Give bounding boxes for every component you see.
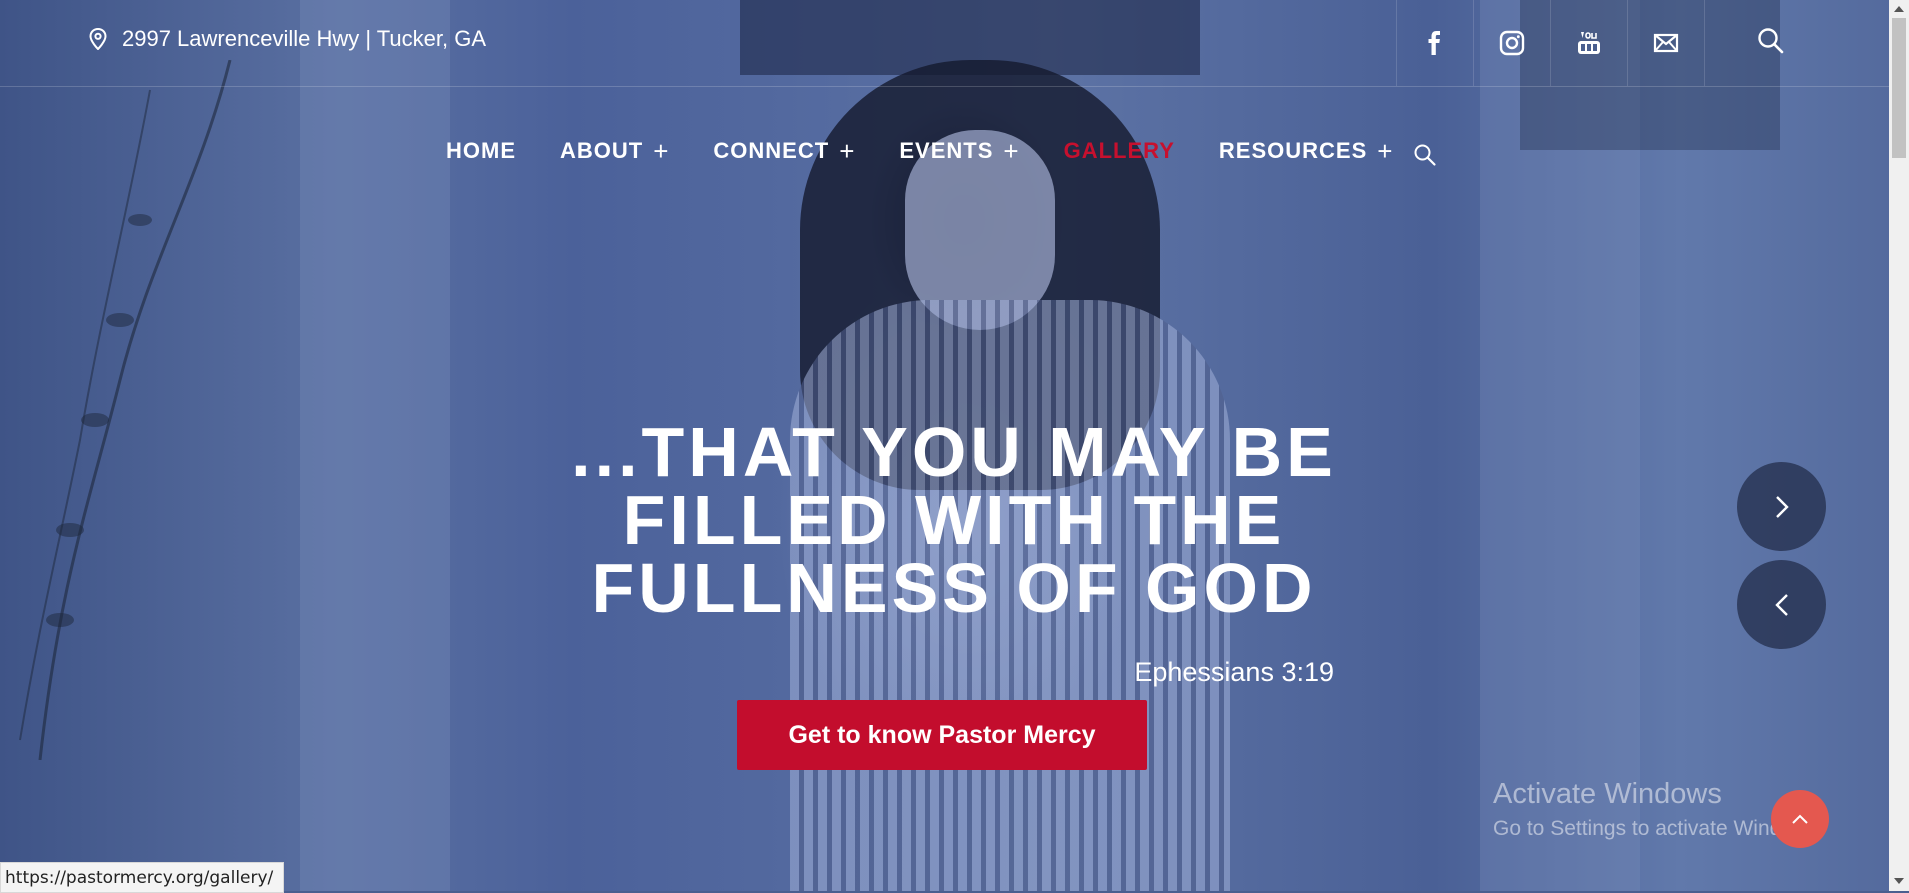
nav-item-label: RESOURCES [1218,138,1368,163]
headline-line: FILLED WITH THE [622,481,1286,559]
vine-decoration [19,60,232,760]
nav-item-label: HOME [446,138,516,163]
nav-item-connect[interactable]: CONNECT + [713,138,855,164]
page-scrollbar[interactable] [1889,0,1909,891]
nav-item-events[interactable]: EVENTS + [899,138,1019,164]
chevron-left-icon [1774,593,1788,616]
top-bar: 2997 Lawrenceville Hwy | Tucker, GA [0,0,1909,87]
nav-item-home[interactable]: HOME [446,138,516,164]
instagram-icon [1499,30,1525,56]
submenu-plus-icon: + [653,136,670,166]
mail-icon [1653,33,1679,53]
facebook-icon [1428,31,1440,55]
submenu-plus-icon: + [839,136,856,166]
headline-line: ...THAT YOU MAY BE [571,413,1337,491]
main-nav: HOME ABOUT + CONNECT + EVENTS + GALLERY … [446,138,1437,164]
nav-item-about[interactable]: ABOUT + [560,138,669,164]
email-link[interactable] [1627,0,1705,86]
search-icon[interactable] [1756,26,1786,56]
instagram-link[interactable] [1473,0,1550,86]
map-pin-icon [89,28,107,50]
background-pillar [300,0,450,891]
submenu-plus-icon: + [1003,136,1020,166]
back-to-top-button[interactable] [1771,790,1829,848]
nav-item-gallery[interactable]: GALLERY [1064,138,1175,164]
status-bar-url: https://pastormercy.org/gallery/ [0,862,285,893]
headline-line: FULLNESS OF GOD [591,549,1317,627]
nav-item-resources[interactable]: RESOURCES + [1219,138,1394,164]
slider-prev-button[interactable] [1737,560,1826,649]
scroll-up-arrow-icon[interactable] [1894,6,1904,12]
youtube-icon [1578,32,1600,54]
nav-item-label: ABOUT [560,138,644,163]
facebook-link[interactable] [1396,0,1473,86]
social-links [1396,0,1705,86]
address-block: 2997 Lawrenceville Hwy | Tucker, GA [88,26,486,52]
hero-headline: ...THAT YOU MAY BE FILLED WITH THE FULLN… [520,413,1388,627]
submenu-plus-icon: + [1377,136,1394,166]
youtube-link[interactable] [1550,0,1627,86]
pastor-cta-button[interactable]: Get to know Pastor Mercy [737,700,1147,770]
chevron-right-icon [1775,495,1789,518]
slider-next-button[interactable] [1737,462,1826,551]
chevron-up-icon [1792,814,1808,824]
nav-item-label: CONNECT [713,138,830,163]
nav-search-icon[interactable] [1413,143,1437,167]
scroll-thumb[interactable] [1892,18,1906,158]
nav-item-label: EVENTS [899,138,994,163]
scroll-down-arrow-icon[interactable] [1894,878,1904,884]
verse-reference: Ephessians 3:19 [1134,657,1334,687]
address-text: 2997 Lawrenceville Hwy | Tucker, GA [122,26,486,51]
nav-item-label: GALLERY [1063,138,1175,163]
